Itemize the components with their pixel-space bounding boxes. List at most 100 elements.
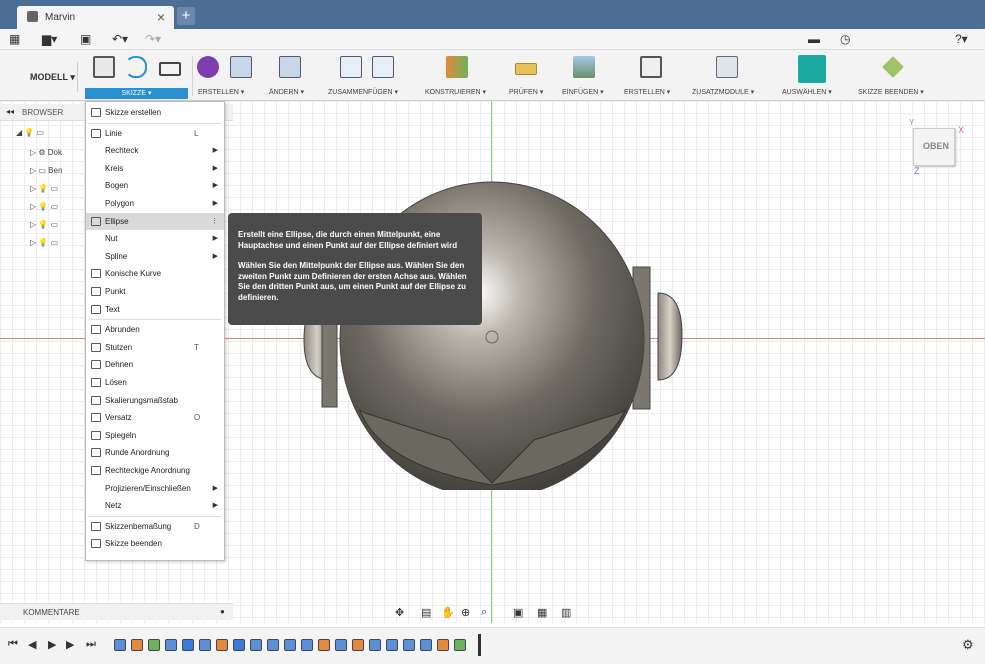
view-cube[interactable]: OBEN xyxy=(913,128,955,166)
timeline-feature-icon[interactable] xyxy=(301,639,313,651)
as-built-joint-icon[interactable] xyxy=(372,56,394,78)
timeline-first-icon[interactable]: ⏮ xyxy=(8,638,18,651)
apps-grid-icon[interactable]: ▦ xyxy=(9,32,20,46)
menu-item[interactable]: Ellipse ⋮ xyxy=(86,212,224,230)
menu-item[interactable]: Skizzenbemaßung D xyxy=(86,518,224,535)
look-at-icon[interactable]: ▤ xyxy=(421,606,431,619)
timeline-feature-icon[interactable] xyxy=(216,639,228,651)
timeline-feature-icon[interactable] xyxy=(369,639,381,651)
menu-item[interactable]: Konische Kurve xyxy=(86,265,224,282)
timeline-feature-icon[interactable] xyxy=(199,639,211,651)
ribbon-group-konstruieren[interactable]: KONSTRUIEREN ▾ xyxy=(425,88,486,96)
timeline-feature-icon[interactable] xyxy=(114,639,126,651)
history-clock-icon[interactable]: ◷ xyxy=(840,32,850,46)
timeline-feature-icon[interactable] xyxy=(233,639,245,651)
timeline-next-icon[interactable]: ▶ xyxy=(66,638,74,651)
rectangle-tool-icon[interactable] xyxy=(159,62,181,76)
menu-item[interactable]: Punkt xyxy=(86,283,224,300)
redo-icon[interactable]: ↷▾ xyxy=(145,32,161,46)
fit-icon[interactable]: ⌕ xyxy=(481,606,487,619)
menu-item[interactable]: Bogen ▶ xyxy=(86,177,224,194)
tree-root[interactable]: ◢ 💡 ▭ xyxy=(16,128,44,137)
menu-item[interactable]: Kreis ▶ xyxy=(86,160,224,177)
tree-item-folder[interactable]: ▷ 💡 ▭ xyxy=(30,238,58,247)
tree-item-named-views[interactable]: ▷ ▭ Ben xyxy=(30,166,62,175)
menu-item[interactable]: Versatz O xyxy=(86,409,224,426)
tree-item-document-settings[interactable]: ▷ ⚙ Dok xyxy=(30,148,62,157)
timeline-feature-icon[interactable] xyxy=(420,639,432,651)
new-tab-button[interactable]: + xyxy=(177,7,195,25)
menu-item[interactable]: Rechteck ▶ xyxy=(86,142,224,159)
add-comment-icon[interactable]: ● xyxy=(220,607,225,616)
select-icon[interactable] xyxy=(798,55,826,83)
timeline-marker[interactable] xyxy=(478,634,481,656)
measure-icon[interactable] xyxy=(515,63,537,75)
menu-item[interactable]: Skalierungsmaßstab xyxy=(86,392,224,409)
tree-item-folder[interactable]: ▷ 💡 ▭ xyxy=(30,184,58,193)
ribbon-group-zusammenfuegen[interactable]: ZUSAMMENFÜGEN ▾ xyxy=(328,88,398,96)
menu-item[interactable]: Dehnen xyxy=(86,356,224,373)
help-icon[interactable]: ?▾ xyxy=(955,32,968,46)
undo-icon[interactable]: ↶▾ xyxy=(112,32,128,46)
timeline-play-icon[interactable]: ▶ xyxy=(48,638,56,651)
timeline-feature-icon[interactable] xyxy=(386,639,398,651)
menu-item[interactable]: Linie L xyxy=(86,125,224,142)
viewports-icon[interactable]: ▥ xyxy=(561,606,571,619)
menu-item[interactable]: Skizze beenden xyxy=(86,535,224,552)
orbit-icon[interactable]: ✥ xyxy=(395,606,404,619)
joint-icon[interactable] xyxy=(340,56,362,78)
zoom-icon[interactable]: ⊕ xyxy=(461,606,470,619)
ribbon-group-zusatzmodule[interactable]: ZUSATZMODULE ▾ xyxy=(692,88,754,96)
menu-item[interactable]: Netz ▶ xyxy=(86,497,224,514)
timeline-feature-icon[interactable] xyxy=(267,639,279,651)
notifications-icon[interactable]: ▬ xyxy=(808,32,820,46)
ribbon-group-pruefen[interactable]: PRÜFEN ▾ xyxy=(509,88,543,96)
line-tool-icon[interactable] xyxy=(125,56,147,78)
ribbon-group-aendern[interactable]: ÄNDERN ▾ xyxy=(269,88,304,96)
menu-item[interactable]: Lösen xyxy=(86,374,224,391)
menu-item[interactable]: Text xyxy=(86,301,224,318)
menu-item[interactable]: Spiegeln xyxy=(86,427,224,444)
scripts-addins-icon[interactable] xyxy=(716,56,738,78)
timeline-prev-icon[interactable]: ◀ xyxy=(28,638,36,651)
create-form-icon[interactable] xyxy=(197,56,219,78)
timeline-feature-icon[interactable] xyxy=(403,639,415,651)
close-tab-button[interactable]: × xyxy=(157,9,165,25)
timeline-feature-icon[interactable] xyxy=(437,639,449,651)
timeline-feature-icon[interactable] xyxy=(335,639,347,651)
menu-item[interactable]: Polygon ▶ xyxy=(86,195,224,212)
menu-item[interactable]: Nut ▶ xyxy=(86,230,224,247)
menu-item[interactable]: Abrunden xyxy=(86,321,224,338)
pan-icon[interactable]: ✋ xyxy=(441,606,455,619)
tree-item-folder[interactable]: ▷ 💡 ▭ xyxy=(30,220,58,229)
timeline-feature-icon[interactable] xyxy=(182,639,194,651)
timeline-feature-icon[interactable] xyxy=(165,639,177,651)
display-settings-icon[interactable]: ▣ xyxy=(513,606,523,619)
tree-item-folder[interactable]: ▷ 💡 ▭ xyxy=(30,202,58,211)
timeline-feature-icon[interactable] xyxy=(131,639,143,651)
timeline-last-icon[interactable]: ⏭ xyxy=(86,638,96,651)
timeline-feature-icon[interactable] xyxy=(250,639,262,651)
ribbon-group-einfuegen[interactable]: EINFÜGEN ▾ xyxy=(562,88,604,96)
ribbon-group-skizze[interactable]: SKIZZE ▾ xyxy=(85,88,188,99)
ribbon-group-erstellen-2[interactable]: ERSTELLEN ▾ xyxy=(624,88,670,96)
comments-panel[interactable]: KOMMENTARE ● xyxy=(0,603,233,620)
menu-item[interactable]: Projizieren/Einschließen ▶ xyxy=(86,480,224,497)
timeline-feature-icon[interactable] xyxy=(454,639,466,651)
collapse-browser-icon[interactable]: ◂◂ xyxy=(6,107,14,116)
extrude-icon[interactable] xyxy=(230,56,252,78)
workspace-switcher[interactable]: MODELL ▾ xyxy=(8,62,78,92)
timeline-feature-icon[interactable] xyxy=(148,639,160,651)
insert-image-icon[interactable] xyxy=(573,56,595,78)
ribbon-group-auswaehlen[interactable]: AUSWÄHLEN ▾ xyxy=(782,88,832,96)
ribbon-group-erstellen[interactable]: ERSTELLEN ▾ xyxy=(198,88,244,96)
construct-plane-icon[interactable] xyxy=(446,56,468,78)
grid-settings-icon[interactable]: ▦ xyxy=(537,606,547,619)
timeline-feature-icon[interactable] xyxy=(318,639,330,651)
save-icon[interactable]: ▣ xyxy=(80,32,91,46)
ribbon-group-skizze-beenden[interactable]: SKIZZE BEENDEN ▾ xyxy=(858,88,924,96)
modify-icon[interactable] xyxy=(279,56,301,78)
create-sketch-icon[interactable] xyxy=(93,56,115,78)
menu-item[interactable]: Stutzen T xyxy=(86,339,224,356)
create-drawing-icon[interactable] xyxy=(640,56,662,78)
